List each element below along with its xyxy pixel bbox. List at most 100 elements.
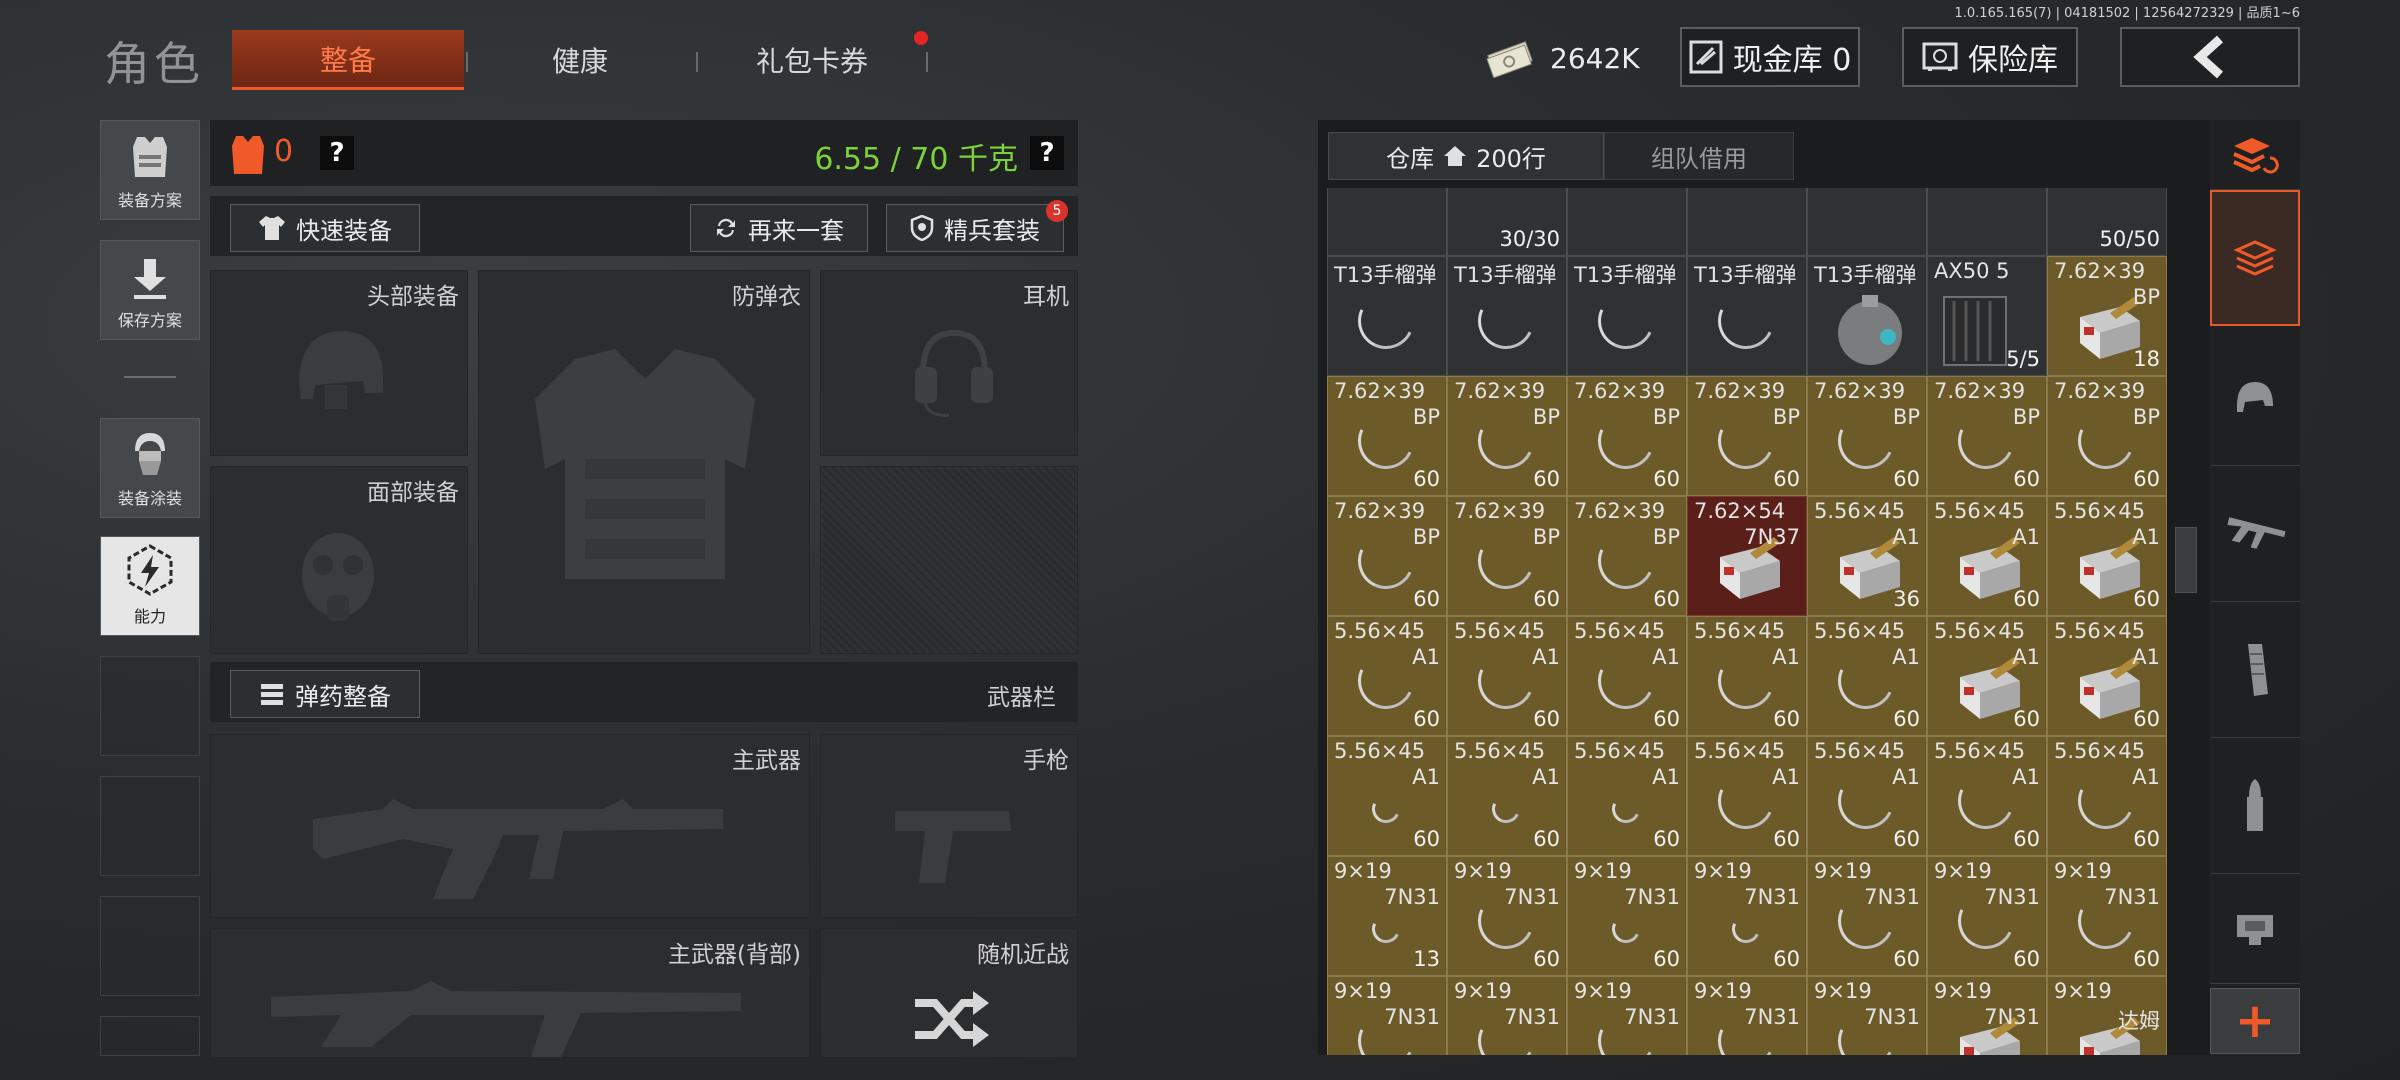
- inventory-item[interactable]: 9×197N3160: [1927, 856, 2047, 976]
- inventory-item[interactable]: 5.56×45 A1 60: [1447, 736, 1567, 856]
- primary-back-slot[interactable]: 主武器(背部): [210, 928, 810, 1058]
- melee-slot[interactable]: 随机近战: [820, 928, 1078, 1058]
- inventory-item[interactable]: [1327, 188, 1447, 256]
- inventory-item[interactable]: 9×197N3160: [1687, 856, 1807, 976]
- inventory-item[interactable]: T13手榴弹: [1687, 256, 1807, 376]
- help-icon[interactable]: ?: [320, 136, 354, 170]
- body-armor-slot[interactable]: 防弹衣: [478, 270, 810, 654]
- equipment-paint-button[interactable]: 装备涂装: [100, 418, 200, 518]
- inventory-item[interactable]: 7.62×39 BP 60: [1327, 496, 1447, 616]
- ability-button[interactable]: 能力: [100, 536, 200, 636]
- inventory-item[interactable]: 7.62×39 BP 18: [2047, 256, 2167, 376]
- inventory-item[interactable]: 5.56×45 A1 60: [2047, 616, 2167, 736]
- pistol-slot[interactable]: 手枪: [820, 734, 1078, 918]
- inventory-item[interactable]: 5.56×45 A1 60: [1567, 616, 1687, 736]
- inventory-item[interactable]: 9×197N3160: [1447, 976, 1567, 1055]
- inventory-item[interactable]: 9×197N3160: [1327, 976, 1447, 1055]
- warehouse-grid[interactable]: 30/30 50/50 T13手榴弹 T13手榴弹 T13手榴弹 T13手榴弹 T13手榴弹…: [1327, 188, 2167, 1055]
- inventory-item[interactable]: 5.56×45 A1 60: [1927, 496, 2047, 616]
- inventory-item[interactable]: 7.62×39 BP 60: [1447, 496, 1567, 616]
- filter-attachment-button[interactable]: [2210, 874, 2300, 984]
- gas-mask-icon: [302, 533, 374, 621]
- back-button[interactable]: [2120, 27, 2300, 87]
- inventory-item[interactable]: T13手榴弹: [1327, 256, 1447, 376]
- inventory-item[interactable]: 5.56×45 A1 60: [1807, 616, 1927, 736]
- ammo-equip-button[interactable]: 弹药整备: [230, 670, 420, 718]
- inventory-item[interactable]: 9×197N3160: [1447, 856, 1567, 976]
- inventory-item[interactable]: 9×197N3160: [1807, 856, 1927, 976]
- item-subtype: A1: [1532, 765, 1560, 789]
- inventory-item[interactable]: T13手榴弹: [1807, 256, 1927, 376]
- inventory-item[interactable]: 9×197N3160: [1567, 856, 1687, 976]
- loading-spinner-icon: [1350, 285, 1422, 357]
- inventory-item[interactable]: 5.56×45 A1 60: [1687, 736, 1807, 856]
- save-plan-button[interactable]: 保存方案: [100, 240, 200, 340]
- inventory-item[interactable]: 5.56×45 A1 60: [1807, 736, 1927, 856]
- inventory-item[interactable]: 5.56×45 A1 60: [1327, 616, 1447, 736]
- face-slot[interactable]: 面部装备: [210, 466, 468, 654]
- inventory-item[interactable]: 9×19 7N31 13: [1327, 856, 1447, 976]
- inventory-item[interactable]: 9×197N3160: [1687, 976, 1807, 1055]
- inventory-item[interactable]: 5.56×45 A1 36: [1807, 496, 1927, 616]
- inventory-item[interactable]: 7.62×39 BP 60: [1327, 376, 1447, 496]
- tab-health[interactable]: 健康: [480, 30, 680, 90]
- tab-gift[interactable]: 礼包卡券: [712, 30, 912, 90]
- tab-equip[interactable]: 整备: [232, 30, 464, 90]
- sort-stack-button[interactable]: [2210, 120, 2300, 190]
- inventory-item[interactable]: 7.62×39 BP 60: [1687, 376, 1807, 496]
- inventory-item[interactable]: 7.62×54 7N37: [1687, 496, 1807, 616]
- inventory-item[interactable]: 5.56×45 A1 60: [1327, 736, 1447, 856]
- item-name: 9×19: [1814, 979, 1872, 1003]
- inventory-item[interactable]: 5.56×45 A1 60: [1687, 616, 1807, 736]
- inventory-item[interactable]: 9×197N3160: [2047, 856, 2167, 976]
- inventory-item[interactable]: 30/30: [1447, 188, 1567, 256]
- filter-all-button[interactable]: [2210, 190, 2300, 326]
- inventory-item[interactable]: [1807, 188, 1927, 256]
- inventory-item[interactable]: 9×197N3160: [1807, 976, 1927, 1055]
- quick-equip-button[interactable]: 快速装备: [230, 204, 420, 252]
- inventory-item[interactable]: 9×197N3160: [1567, 976, 1687, 1055]
- headset-slot[interactable]: 耳机: [820, 270, 1078, 456]
- inventory-item[interactable]: AX50 5 5/5: [1927, 256, 2047, 376]
- inventory-item[interactable]: 5.56×45 A1 60: [1567, 736, 1687, 856]
- loadout-plan-button[interactable]: 装备方案: [100, 120, 200, 220]
- inventory-item[interactable]: T13手榴弹: [1567, 256, 1687, 376]
- add-button[interactable]: +: [2210, 988, 2300, 1054]
- filter-helmet-button[interactable]: [2210, 330, 2300, 466]
- tab-divider: [696, 52, 698, 72]
- again-set-button[interactable]: 再来一套: [690, 204, 868, 252]
- inventory-item[interactable]: [1567, 188, 1687, 256]
- inventory-item[interactable]: [1927, 188, 2047, 256]
- inventory-item[interactable]: 5.56×45 A1 60: [2047, 736, 2167, 856]
- inventory-item[interactable]: 9×19达姆45: [2047, 976, 2167, 1055]
- inventory-item[interactable]: 7.62×39 BP 60: [1807, 376, 1927, 496]
- item-subtype: A1: [1412, 765, 1440, 789]
- inventory-item[interactable]: [1687, 188, 1807, 256]
- inventory-item[interactable]: 7.62×39 BP 60: [1447, 376, 1567, 496]
- inventory-item[interactable]: 50/50: [2047, 188, 2167, 256]
- inventory-item[interactable]: 5.56×45 A1 60: [1927, 616, 2047, 736]
- tab-team-borrow[interactable]: 组队借用: [1604, 132, 1794, 180]
- filter-magazine-button[interactable]: [2210, 602, 2300, 738]
- head-slot[interactable]: 头部装备: [210, 270, 468, 456]
- filter-ammo-button[interactable]: [2210, 738, 2300, 874]
- filter-rifle-button[interactable]: [2210, 466, 2300, 602]
- inventory-item[interactable]: 7.62×39 BP 60: [1567, 376, 1687, 496]
- primary-weapon-slot[interactable]: 主武器: [210, 734, 810, 918]
- warehouse-scrollbar[interactable]: [2175, 527, 2197, 593]
- insurance-button[interactable]: 保险库: [1902, 27, 2078, 87]
- cash-vault-button[interactable]: 现金库 0: [1680, 27, 1860, 87]
- item-subtype: BP: [2132, 405, 2160, 429]
- inventory-item[interactable]: T13手榴弹: [1447, 256, 1567, 376]
- item-name: 5.56×45: [1574, 739, 1666, 763]
- inventory-item[interactable]: 7.62×39 BP 60: [2047, 376, 2167, 496]
- inventory-item[interactable]: 5.56×45 A1 60: [1447, 616, 1567, 736]
- inventory-item[interactable]: 5.56×45 A1 60: [1927, 736, 2047, 856]
- inventory-item[interactable]: 7.62×39 BP 60: [1927, 376, 2047, 496]
- elite-set-button[interactable]: 精兵套装: [886, 204, 1064, 252]
- inventory-item[interactable]: 9×197N3160: [1927, 976, 2047, 1055]
- tab-warehouse[interactable]: 仓库 200行: [1328, 132, 1604, 180]
- weight-help-icon[interactable]: ?: [1030, 136, 1064, 170]
- inventory-item[interactable]: 5.56×45 A1 60: [2047, 496, 2167, 616]
- inventory-item[interactable]: 7.62×39 BP 60: [1567, 496, 1687, 616]
